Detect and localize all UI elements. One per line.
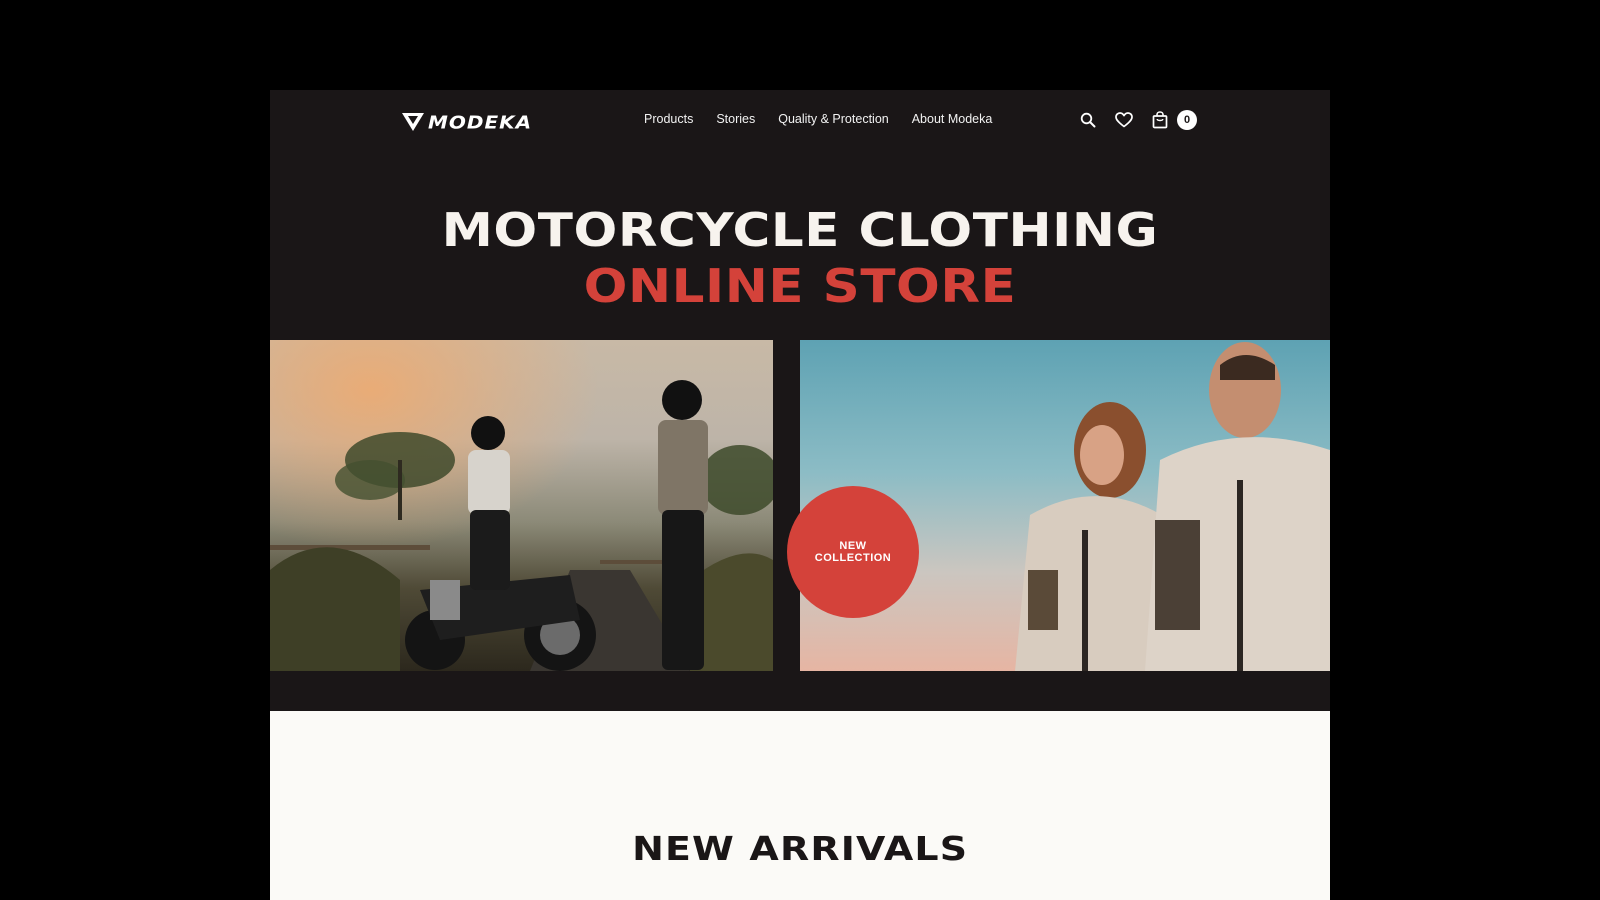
hero-section: MODEKA Products Stories Quality & Protec…: [270, 90, 1330, 711]
cart-count-badge: 0: [1177, 110, 1197, 130]
brand-logo[interactable]: MODEKA: [402, 110, 532, 134]
nav-item-quality-protection[interactable]: Quality & Protection: [778, 112, 888, 126]
new-collection-badge[interactable]: NEW COLLECTION: [787, 486, 919, 618]
hero-title-line-1: MOTORCYCLE CLOTHING: [441, 203, 1159, 257]
nav-item-about-modeka[interactable]: About Modeka: [912, 112, 993, 126]
cart[interactable]: 0: [1150, 110, 1197, 130]
heart-icon[interactable]: [1114, 110, 1134, 130]
hero-image-riders-motorcycle[interactable]: [270, 340, 773, 671]
hero-title-line-2: ONLINE STORE: [583, 259, 1017, 313]
new-arrivals-section: NEW ARRIVALS: [270, 711, 1330, 900]
hero-title: MOTORCYCLE CLOTHING ONLINE STORE: [270, 202, 1330, 314]
top-navigation: MODEKA Products Stories Quality & Protec…: [270, 90, 1330, 152]
header-actions: 0: [1078, 110, 1197, 130]
new-arrivals-title: NEW ARRIVALS: [270, 829, 1330, 868]
nav-item-stories[interactable]: Stories: [716, 112, 755, 126]
badge-line-2: COLLECTION: [814, 552, 892, 564]
new-arrivals-title-text: NEW ARRIVALS: [631, 829, 969, 868]
nav-item-products[interactable]: Products: [644, 112, 693, 126]
main-menu: Products Stories Quality & Protection Ab…: [644, 112, 992, 126]
badge-line-1: NEW: [839, 540, 867, 552]
search-icon[interactable]: [1078, 110, 1098, 130]
modeka-v-icon: [402, 113, 424, 131]
riders-illustration: [270, 380, 773, 671]
brand-name: MODEKA: [428, 111, 533, 133]
shopping-bag-icon[interactable]: [1150, 110, 1170, 130]
website-viewport: MODEKA Products Stories Quality & Protec…: [270, 90, 1330, 900]
